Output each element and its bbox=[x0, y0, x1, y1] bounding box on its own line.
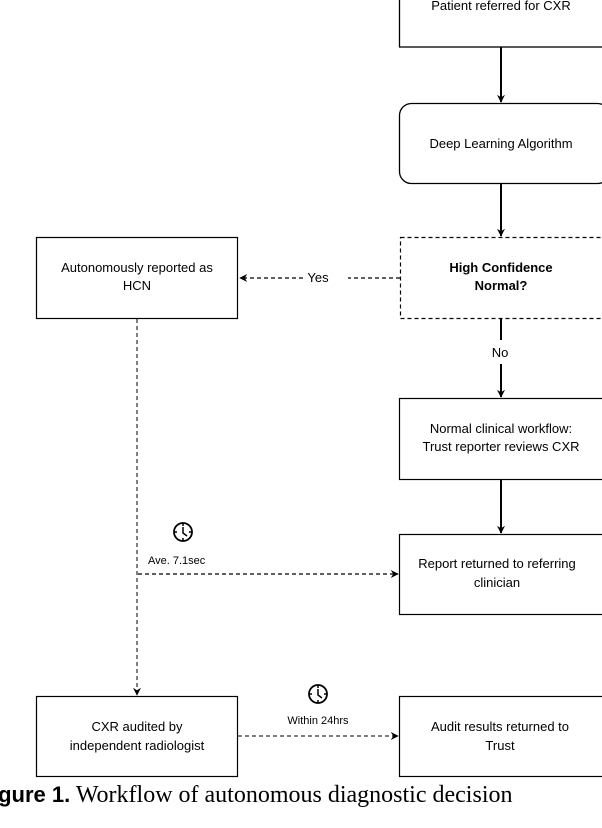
time-audit-label: Within 24hrs bbox=[287, 715, 349, 727]
node-patient-text: Patient referred for CXR bbox=[431, 0, 570, 13]
node-autonomous-text-line1: Autonomously reported as bbox=[61, 260, 213, 275]
node-report-returned: Report returned to referring clinician bbox=[398, 533, 602, 616]
clock-icon bbox=[308, 684, 328, 704]
node-cxr-audited: CXR audited by independent radiologist bbox=[35, 695, 239, 778]
node-audited-text-line2: independent radiologist bbox=[70, 738, 205, 753]
node-autonomously-reported: Autonomously reported as HCN bbox=[35, 236, 239, 320]
workflow-diagram: Patient referred for CXR Deep Learning A… bbox=[35, 0, 602, 778]
node-algorithm-text: Deep Learning Algorithm bbox=[429, 136, 572, 151]
node-decision-text-line1: High Confidence bbox=[449, 260, 552, 275]
clock-icon bbox=[173, 522, 193, 542]
figure-caption: igure 1. Workflow of autonomous diagnost… bbox=[0, 781, 602, 809]
node-decision-text-line2: Normal? bbox=[475, 278, 528, 293]
node-workflow-text-line1: Normal clinical workflow: bbox=[430, 421, 572, 436]
yes-label: Yes bbox=[307, 270, 329, 285]
edge-decision-no: No bbox=[492, 319, 509, 398]
time-ave-label: Ave. 7.1sec bbox=[148, 555, 206, 567]
figure-caption-text: Workflow of autonomous diagnostic decisi… bbox=[70, 782, 513, 808]
node-high-confidence-decision: High Confidence Normal? bbox=[399, 236, 602, 320]
node-audit-results-returned: Audit results returned to Trust bbox=[398, 695, 602, 778]
node-patient-referred: Patient referred for CXR bbox=[398, 0, 602, 48]
node-audit-results-text-line2: Trust bbox=[485, 738, 515, 753]
edge-decision-yes: Yes bbox=[239, 270, 400, 285]
no-label: No bbox=[492, 345, 509, 360]
node-normal-clinical-workflow: Normal clinical workflow: Trust reporter… bbox=[398, 397, 602, 481]
node-workflow-text-line2: Trust reporter reviews CXR bbox=[423, 439, 580, 454]
node-audit-results-text-line1: Audit results returned to bbox=[431, 719, 569, 734]
node-deep-learning-algorithm: Deep Learning Algorithm bbox=[398, 102, 602, 185]
node-report-text-line1: Report returned to referring bbox=[418, 556, 576, 571]
edge-audited-to-results: Within 24hrs bbox=[238, 684, 399, 740]
node-report-text-line2: clinician bbox=[474, 575, 520, 590]
figure-caption-label: igure 1. bbox=[0, 782, 71, 807]
edge-autonomous-to-report: Ave. 7.1sec bbox=[138, 522, 399, 578]
node-audited-text-line1: CXR audited by bbox=[91, 719, 183, 734]
node-autonomous-text-line2: HCN bbox=[123, 278, 151, 293]
